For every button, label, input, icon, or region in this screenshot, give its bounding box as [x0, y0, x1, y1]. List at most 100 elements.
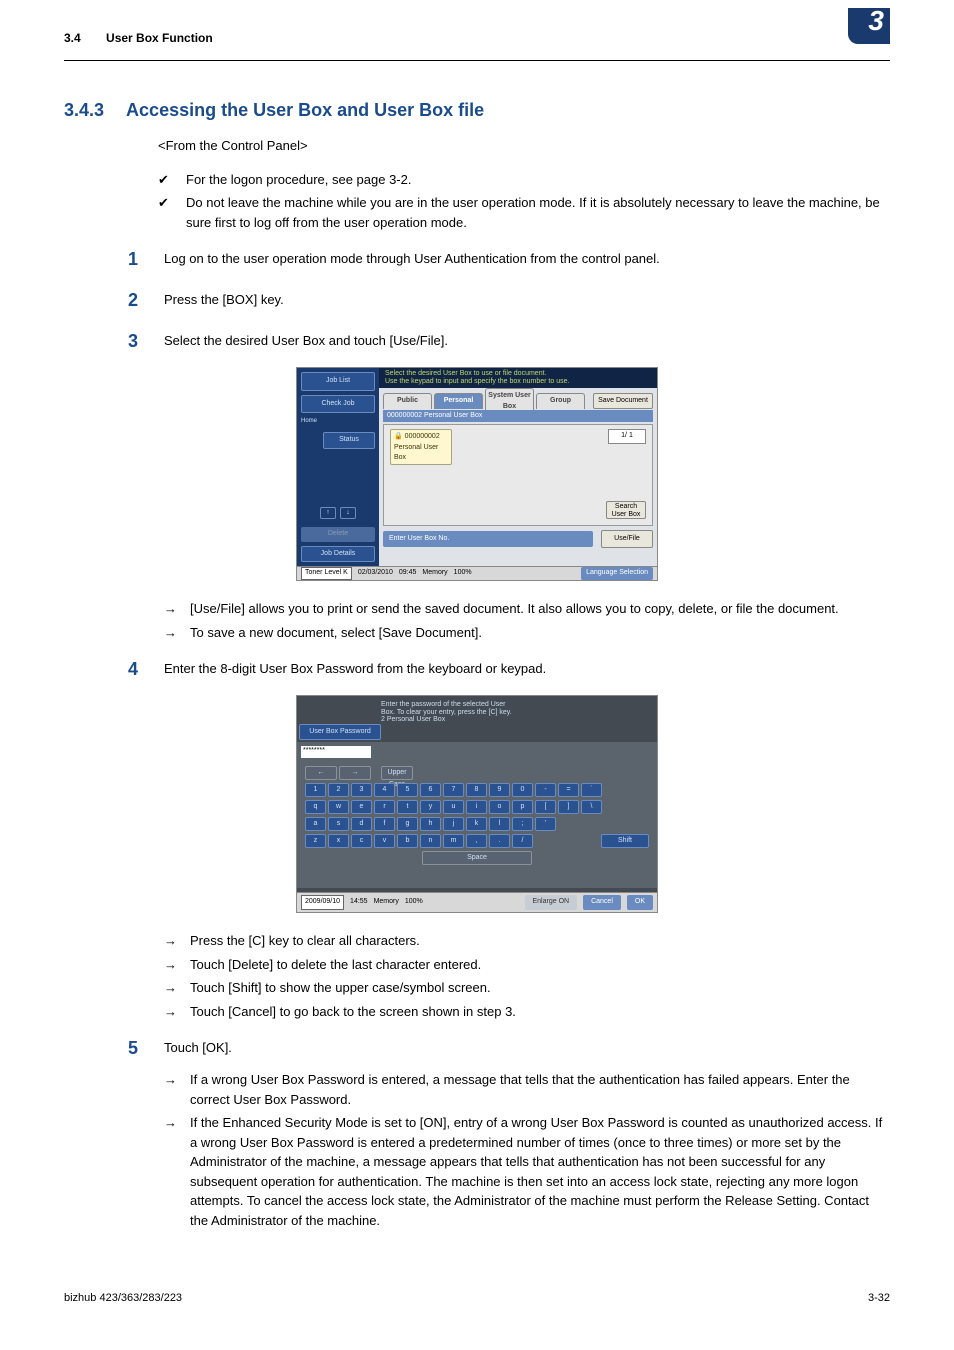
keyboard-key[interactable]: 6	[420, 783, 441, 797]
prereq-list: ✔ For the logon procedure, see page 3-2.…	[158, 170, 890, 233]
footer-page-num: 3-32	[868, 1290, 890, 1307]
keyboard-key[interactable]: e	[351, 800, 372, 814]
keyboard-key[interactable]: -	[535, 783, 556, 797]
arrow-icon: →	[164, 1002, 180, 1022]
onscreen-keyboard: ← → Upper Case 1234567890-=` qwertyuiop[…	[305, 766, 649, 865]
keyboard-key[interactable]: 1	[305, 783, 326, 797]
use-file-button[interactable]: Use/File	[601, 530, 653, 549]
scroll-up-button[interactable]: ↑	[320, 507, 336, 519]
keyboard-key[interactable]: b	[397, 834, 418, 848]
shift-key[interactable]: Shift	[601, 834, 649, 848]
page-header: 3.4 User Box Function 3	[64, 20, 890, 61]
keyboard-key[interactable]: i	[466, 800, 487, 814]
step-5: 5 Touch [OK].	[128, 1035, 890, 1062]
footer-memory: Memory	[422, 568, 447, 579]
screenshot-userbox-list: Job List Check Job Home Status ↑ ↓ Delet…	[296, 367, 658, 581]
keyboard-key[interactable]: 8	[466, 783, 487, 797]
keyboard-key[interactable]: c	[351, 834, 372, 848]
keyboard-key[interactable]: g	[397, 817, 418, 831]
chapter-badge: 3	[848, 8, 890, 44]
space-key[interactable]: Space	[422, 851, 532, 865]
section-heading: 3.4.3 Accessing the User Box and User Bo…	[64, 97, 890, 124]
keyboard-key[interactable]: [	[535, 800, 556, 814]
keyboard-key[interactable]: p	[512, 800, 533, 814]
keyboard-key[interactable]: `	[581, 783, 602, 797]
keyboard-key[interactable]: s	[328, 817, 349, 831]
keyboard-key[interactable]: h	[420, 817, 441, 831]
userbox-item[interactable]: 🔒 000000002 Personal User Box	[390, 429, 452, 465]
keyboard-key[interactable]: y	[420, 800, 441, 814]
screenshot-password-entry: Enter the password of the selected User …	[296, 695, 658, 913]
toner-level: Toner Level K	[301, 567, 352, 580]
status-footer: 2009/09/10 14:55 Memory 100% Enlarge ON …	[297, 892, 657, 912]
cursor-right-key[interactable]: →	[339, 766, 371, 780]
tab-personal[interactable]: Personal	[434, 393, 483, 409]
status-footer: Toner Level K 02/03/2010 09:45 Memory 10…	[297, 566, 657, 580]
keyboard-key[interactable]: w	[328, 800, 349, 814]
cancel-button[interactable]: Cancel	[583, 895, 621, 910]
keyboard-key[interactable]: ,	[466, 834, 487, 848]
keyboard-key[interactable]: 3	[351, 783, 372, 797]
keyboard-key[interactable]: j	[443, 817, 464, 831]
keyboard-key[interactable]: =	[558, 783, 579, 797]
status-button[interactable]: Status	[323, 432, 375, 449]
job-details-button[interactable]: Job Details	[301, 546, 375, 563]
enter-box-no-field[interactable]: Enter User Box No.	[383, 531, 593, 548]
keyboard-panel: ******** ← → Upper Case 1234567890-=` qw…	[297, 742, 657, 888]
language-selection-button[interactable]: Language Selection	[581, 567, 653, 580]
keyboard-key[interactable]: .	[489, 834, 510, 848]
keyboard-key[interactable]: d	[351, 817, 372, 831]
instruction-text: Enter the password of the selected User …	[379, 700, 653, 722]
scroll-down-button[interactable]: ↓	[340, 507, 356, 519]
keyboard-key[interactable]: v	[374, 834, 395, 848]
keyboard-key[interactable]: z	[305, 834, 326, 848]
keyboard-key[interactable]: x	[328, 834, 349, 848]
keyboard-key[interactable]: \	[581, 800, 602, 814]
arrow-icon: →	[164, 955, 180, 975]
step-2: 2 Press the [BOX] key.	[128, 287, 890, 314]
keyboard-key[interactable]: t	[397, 800, 418, 814]
page-footer: bizhub 423/363/283/223 3-32	[64, 1290, 890, 1307]
keyboard-key[interactable]: f	[374, 817, 395, 831]
cursor-left-key[interactable]: ←	[305, 766, 337, 780]
keyboard-key[interactable]: a	[305, 817, 326, 831]
step-3: 3 Select the desired User Box and touch …	[128, 328, 890, 355]
save-document-button[interactable]: Save Document	[593, 393, 653, 410]
keyboard-key[interactable]: 9	[489, 783, 510, 797]
keyboard-key[interactable]: m	[443, 834, 464, 848]
arrow-list-step5: →If a wrong User Box Password is entered…	[64, 1070, 890, 1230]
keyboard-key[interactable]: 2	[328, 783, 349, 797]
arrow-icon: →	[164, 623, 180, 643]
check-icon: ✔	[158, 193, 174, 213]
keyboard-key[interactable]: l	[489, 817, 510, 831]
keyboard-key[interactable]: '	[535, 817, 556, 831]
keyboard-key[interactable]: /	[512, 834, 533, 848]
key-row-2: qwertyuiop[]\	[305, 800, 649, 814]
search-userbox-button[interactable]: Search User Box	[606, 501, 646, 519]
keyboard-key[interactable]: n	[420, 834, 441, 848]
check-job-button[interactable]: Check Job	[301, 395, 375, 414]
keyboard-key[interactable]: 7	[443, 783, 464, 797]
enlarge-button[interactable]: Enlarge ON	[525, 895, 578, 910]
delete-button[interactable]: Delete	[301, 527, 375, 542]
upper-case-key[interactable]: Upper Case	[381, 766, 413, 780]
keyboard-key[interactable]: 5	[397, 783, 418, 797]
keyboard-key[interactable]: q	[305, 800, 326, 814]
ok-button[interactable]: OK	[627, 895, 653, 910]
tab-public[interactable]: Public	[383, 393, 432, 409]
keyboard-key[interactable]: ;	[512, 817, 533, 831]
heading-num: 3.4.3	[64, 97, 104, 124]
tab-group[interactable]: Group	[536, 393, 585, 409]
arrow-icon: →	[164, 599, 180, 619]
keyboard-key[interactable]: u	[443, 800, 464, 814]
enter-row: Enter User Box No. Use/File	[383, 528, 653, 550]
password-field[interactable]: ********	[301, 746, 371, 758]
keyboard-key[interactable]: r	[374, 800, 395, 814]
arrow-icon: →	[164, 978, 180, 998]
keyboard-key[interactable]: 0	[512, 783, 533, 797]
keyboard-key[interactable]: ]	[558, 800, 579, 814]
keyboard-key[interactable]: 4	[374, 783, 395, 797]
keyboard-key[interactable]: k	[466, 817, 487, 831]
keyboard-key[interactable]: o	[489, 800, 510, 814]
job-list-button[interactable]: Job List	[301, 372, 375, 391]
